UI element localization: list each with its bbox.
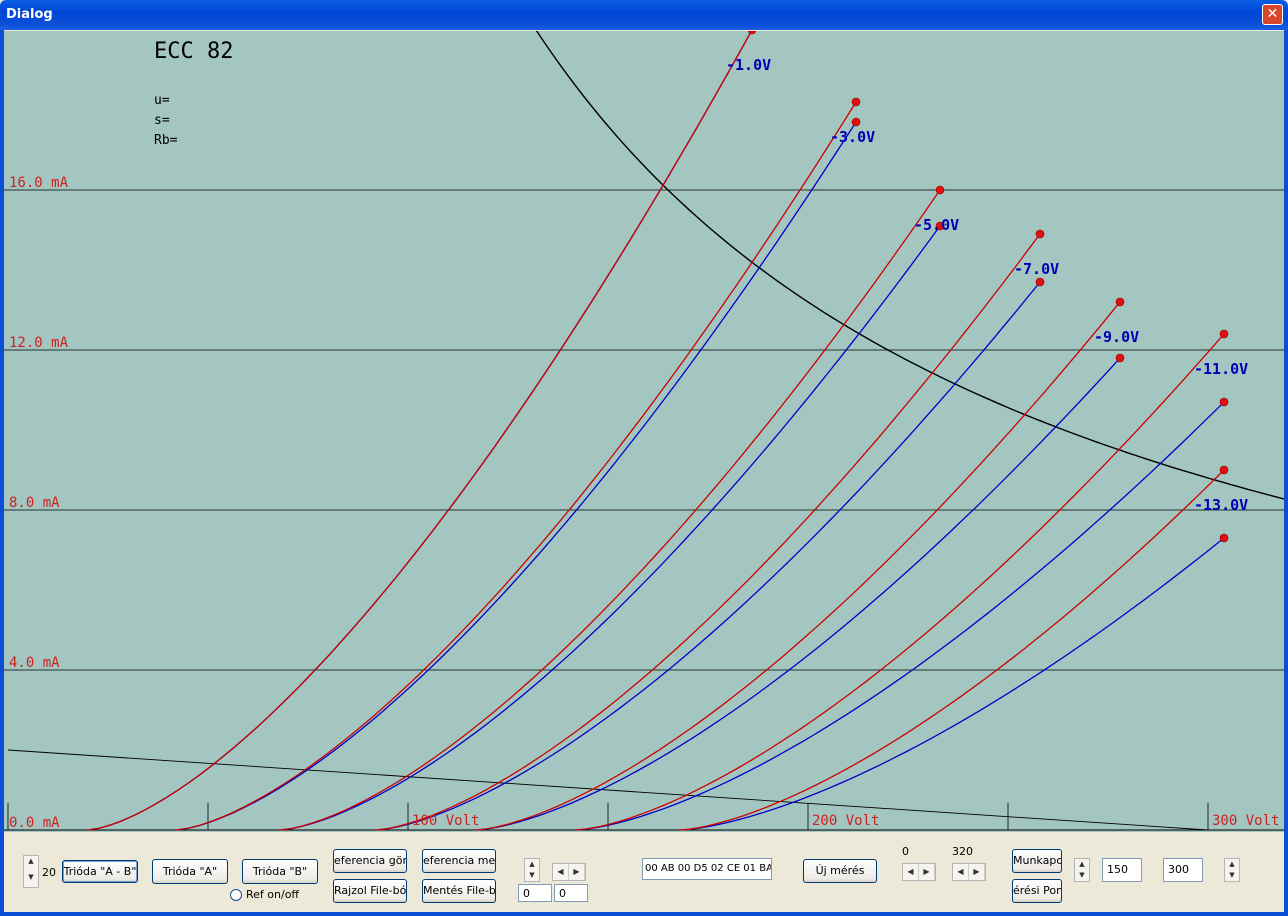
- y-tick-label: 12.0 mA: [9, 335, 69, 351]
- x-tick-label: 300 Volt: [1212, 813, 1279, 829]
- trioda-b-button[interactable]: Trióda "B": [242, 859, 318, 884]
- grid-voltage-label: -11.0V: [1194, 360, 1248, 378]
- plate-curve-chart: 0.0 mA 4.0 mA 8.0 mA 12.0 mA 16.0 mA 100 Volt…: [4, 31, 1284, 832]
- grid-voltage-label: -5.0V: [914, 216, 959, 234]
- work-point-button[interactable]: Munkapon: [1012, 849, 1062, 873]
- value-150-field[interactable]: 150: [1102, 858, 1142, 882]
- trioda-a-button[interactable]: Trióda "A": [152, 859, 228, 884]
- curve-end-marker-b: [1219, 533, 1229, 543]
- plot-background: [4, 31, 1284, 832]
- y-tick-label: 8.0 mA: [9, 495, 60, 511]
- measure-point-button[interactable]: érési Pont: [1012, 879, 1062, 903]
- offset-field-2[interactable]: 0: [554, 884, 588, 902]
- tube-title: ECC 82: [154, 39, 233, 64]
- hex-data-field[interactable]: 00 AB 00 D5 02 CE 01 BA: [642, 858, 772, 880]
- y-tick-label: 16.0 mA: [9, 175, 69, 191]
- curve-end-marker-a: [1219, 465, 1229, 475]
- ref-radio-label: Ref on/off: [246, 888, 300, 901]
- range-high-spinner[interactable]: ◀ ▶: [952, 863, 986, 881]
- param-s: s=: [154, 113, 170, 128]
- grid-voltage-label: -1.0V: [726, 56, 771, 74]
- x-tick-label: 200 Volt: [812, 813, 879, 829]
- title-bar: Dialog ✕: [0, 0, 1288, 30]
- y-tick-label: 0.0 mA: [9, 815, 60, 831]
- trioda-ab-button[interactable]: Trióda "A - B": [62, 860, 138, 883]
- grid-voltage-label: -13.0V: [1194, 496, 1248, 514]
- vertical-spinner[interactable]: ▲ ▼: [524, 858, 540, 882]
- range-high-label: 320: [952, 845, 973, 858]
- grid-voltage-label: -7.0V: [1014, 260, 1059, 278]
- curve-end-marker-a: [1115, 297, 1125, 307]
- spinner-value: 20: [42, 866, 56, 879]
- draw-from-file-button[interactable]: Rajzol File-ból: [333, 879, 407, 903]
- grid-voltage-label: -3.0V: [830, 128, 875, 146]
- ref-radio-button[interactable]: [230, 889, 242, 901]
- curve-end-marker-a: [935, 185, 945, 195]
- curve-end-marker-b: [1035, 277, 1045, 287]
- value-spinner-left[interactable]: ▲ ▼: [1074, 858, 1090, 882]
- horizontal-spinner[interactable]: ◀ ▶: [552, 863, 586, 881]
- y-tick-label: 4.0 mA: [9, 655, 60, 671]
- offset-field-1[interactable]: 0: [518, 884, 552, 902]
- curve-end-marker-b: [1115, 353, 1125, 363]
- range-low-spinner[interactable]: ◀ ▶: [902, 863, 936, 881]
- curve-end-marker-a: [851, 97, 861, 107]
- range-spinner[interactable]: ▲ ▼: [23, 855, 39, 888]
- close-icon[interactable]: ✕: [1262, 4, 1283, 25]
- curve-end-marker-b: [1219, 397, 1229, 407]
- new-measurement-button[interactable]: Új mérés: [803, 859, 877, 883]
- param-u: u=: [154, 93, 170, 108]
- param-rb: Rb=: [154, 133, 178, 148]
- range-low-label: 0: [902, 845, 909, 858]
- reference-save-button[interactable]: eferencia mentr: [422, 849, 496, 873]
- window-title: Dialog: [6, 7, 53, 22]
- save-to-file-button[interactable]: Mentés File-ba: [422, 879, 496, 903]
- curve-end-marker-a: [1219, 329, 1229, 339]
- value-spinner-right[interactable]: ▲ ▼: [1224, 858, 1240, 882]
- grid-voltage-label: -9.0V: [1094, 328, 1139, 346]
- curve-end-marker-a: [1035, 229, 1045, 239]
- value-300-field[interactable]: 300: [1163, 858, 1203, 882]
- curve-end-marker-b: [851, 117, 861, 127]
- x-tick-label: 100 Volt: [412, 813, 479, 829]
- reference-curve-button[interactable]: eferencia görb: [333, 849, 407, 873]
